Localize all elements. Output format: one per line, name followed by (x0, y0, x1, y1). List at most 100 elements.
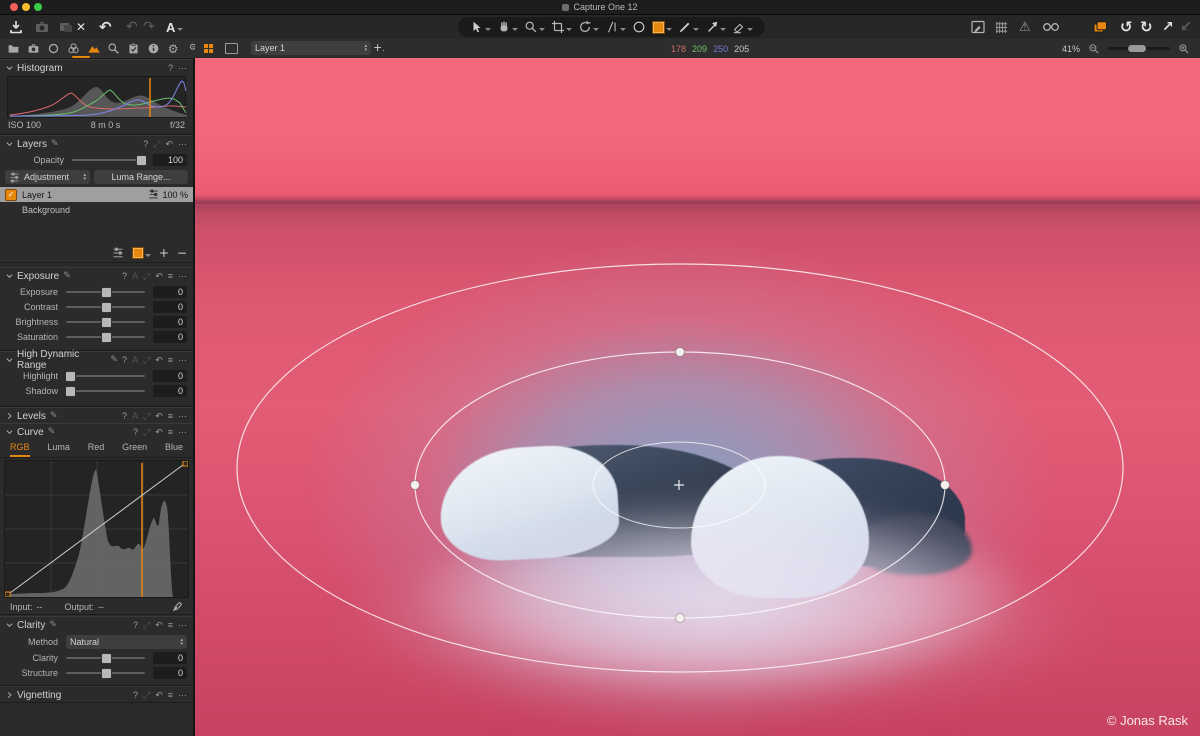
histogram-header[interactable]: Histogram ? ⋯ (0, 60, 193, 76)
help-icon[interactable]: ? (122, 355, 127, 365)
tab-details[interactable] (107, 42, 121, 56)
copy-icon[interactable]: ⤢ (153, 139, 160, 150)
copy-icon[interactable]: ⤢ (143, 355, 150, 366)
pick-color-tool[interactable] (703, 20, 728, 34)
layer-row-background[interactable]: Background (0, 202, 193, 217)
tab-info[interactable] (146, 42, 160, 56)
more-icon[interactable]: ⋯ (178, 427, 187, 438)
edit-photo-icon[interactable] (970, 15, 986, 39)
pan-tool[interactable] (495, 20, 520, 34)
help-icon[interactable]: ? (133, 690, 138, 700)
reset-icon[interactable]: ↶ (155, 355, 163, 366)
levels-header[interactable]: Levels ✎ ? A ⤢ ↶ ≡ ⋯ (0, 408, 193, 424)
reset-icon[interactable]: ↶ (165, 139, 173, 150)
curve-tab-rgb[interactable]: RGB (10, 440, 30, 457)
presets-icon[interactable]: ≡ (168, 411, 173, 421)
collapse-icon[interactable] (6, 273, 13, 280)
zoom-level-value[interactable]: 41% (1062, 44, 1080, 54)
exposure-value[interactable]: 0 (153, 286, 187, 298)
help-icon[interactable]: ? (143, 139, 148, 149)
curve-tab-blue[interactable]: Blue (165, 440, 183, 457)
collapse-icon[interactable] (6, 141, 13, 148)
curve-point-highlight[interactable] (183, 461, 188, 466)
zoom-in-icon[interactable] (1178, 43, 1190, 55)
select-tool[interactable] (468, 20, 493, 34)
edit-mask-icon[interactable]: ✎ (48, 428, 56, 437)
back-icon[interactable]: ↶ (126, 15, 138, 39)
erase-mask-tool[interactable] (730, 20, 755, 34)
copy-icon[interactable]: ⤢ (143, 620, 150, 631)
mask-outer-ellipse[interactable] (237, 264, 1123, 672)
tab-metadata[interactable] (126, 42, 140, 56)
presets-icon[interactable]: ≡ (168, 620, 173, 630)
more-icon[interactable]: ⋯ (178, 139, 187, 150)
curve-graph[interactable] (4, 460, 189, 598)
clarity-header[interactable]: Clarity ✎ ? ⤢ ↶ ≡ ⋯ (0, 617, 193, 633)
auto-icon[interactable]: A (132, 411, 138, 421)
copy-icon[interactable]: ⤢ (143, 411, 150, 422)
rotate-tool[interactable] (576, 20, 601, 34)
mask-handle-bottom[interactable] (676, 614, 685, 623)
adjustment-type-dropdown[interactable]: Adjustment ▴▾ (5, 170, 90, 184)
radial-mask-overlay[interactable] (195, 58, 1200, 736)
warning-icon[interactable]: ⚠ (1019, 15, 1031, 39)
tab-capture[interactable] (27, 42, 41, 56)
edit-mask-icon[interactable]: ✎ (63, 272, 71, 281)
reset-icon[interactable]: ↶ (155, 411, 163, 422)
collapse-icon[interactable] (6, 357, 13, 364)
reset-icon[interactable]: ↶ (155, 620, 163, 631)
viewer-view-icon[interactable] (225, 43, 238, 54)
camera-icon[interactable] (34, 15, 50, 39)
straighten-tool[interactable] (603, 20, 628, 34)
edit-mask-icon[interactable]: ✎ (50, 412, 58, 421)
brightness-slider[interactable] (66, 321, 145, 323)
presets-icon[interactable]: ≡ (168, 355, 173, 365)
reset-icon[interactable]: ↶ (155, 427, 163, 438)
curve-tab-green[interactable]: Green (122, 440, 147, 457)
collapse-icon[interactable] (6, 622, 13, 629)
rotate-right-icon[interactable]: ↻ (1140, 15, 1153, 39)
share-icon[interactable]: ↗ (1162, 15, 1174, 39)
crop-tool[interactable] (549, 20, 574, 34)
exposure-slider[interactable] (66, 291, 145, 293)
new-layer-icon[interactable]: +. (373, 42, 385, 53)
help-icon[interactable]: ? (122, 411, 127, 421)
undo-icon[interactable]: ↶ (99, 15, 112, 39)
draw-mask-tool[interactable] (676, 20, 701, 34)
more-icon[interactable]: ⋯ (178, 271, 187, 282)
curve-point-shadow[interactable] (5, 592, 10, 597)
curve-header[interactable]: Curve ✎ ? ⤢ ↶ ≡ ⋯ (0, 424, 193, 440)
brightness-value[interactable]: 0 (153, 316, 187, 328)
help-icon[interactable]: ? (168, 63, 173, 73)
opacity-slider[interactable] (72, 159, 145, 161)
clarity-value[interactable]: 0 (153, 652, 187, 664)
new-mask-layer-button[interactable] (132, 247, 151, 259)
opacity-value[interactable]: 100 (153, 154, 187, 166)
shadow-slider[interactable] (66, 390, 145, 392)
more-icon[interactable]: ⋯ (178, 690, 187, 701)
tab-color[interactable] (67, 42, 81, 56)
loupe-tool[interactable] (522, 20, 547, 34)
curve-tab-red[interactable]: Red (88, 440, 105, 457)
curve-picker-icon[interactable] (171, 601, 183, 613)
apply-icon[interactable]: ↙ (1180, 15, 1192, 39)
collapse-icon[interactable] (6, 65, 13, 72)
add-layer-button[interactable]: + (159, 247, 169, 259)
tab-library[interactable] (7, 42, 21, 56)
zoom-slider-handle[interactable] (1128, 45, 1146, 52)
zoom-out-icon[interactable] (1088, 43, 1100, 55)
edit-mask-icon[interactable]: ✎ (51, 140, 59, 149)
shadow-value[interactable]: 0 (153, 385, 187, 397)
layer-row-layer1[interactable]: ✓ Layer 1 100 % (0, 187, 193, 202)
viewer-layer-select[interactable]: Layer 1 ▴▾ (251, 41, 371, 55)
tab-lens[interactable] (47, 42, 61, 56)
rotate-left-icon[interactable]: ↺ (1120, 15, 1133, 39)
help-icon[interactable]: ? (133, 427, 138, 437)
help-icon[interactable]: ? (133, 620, 138, 630)
mask-handle-left[interactable] (411, 481, 420, 490)
contrast-slider[interactable] (66, 306, 145, 308)
more-icon[interactable]: ⋯ (178, 355, 187, 366)
mask-handle-right[interactable] (941, 481, 950, 490)
edit-mask-icon[interactable]: ✎ (110, 356, 118, 365)
remove-layer-button[interactable]: − (177, 247, 187, 259)
